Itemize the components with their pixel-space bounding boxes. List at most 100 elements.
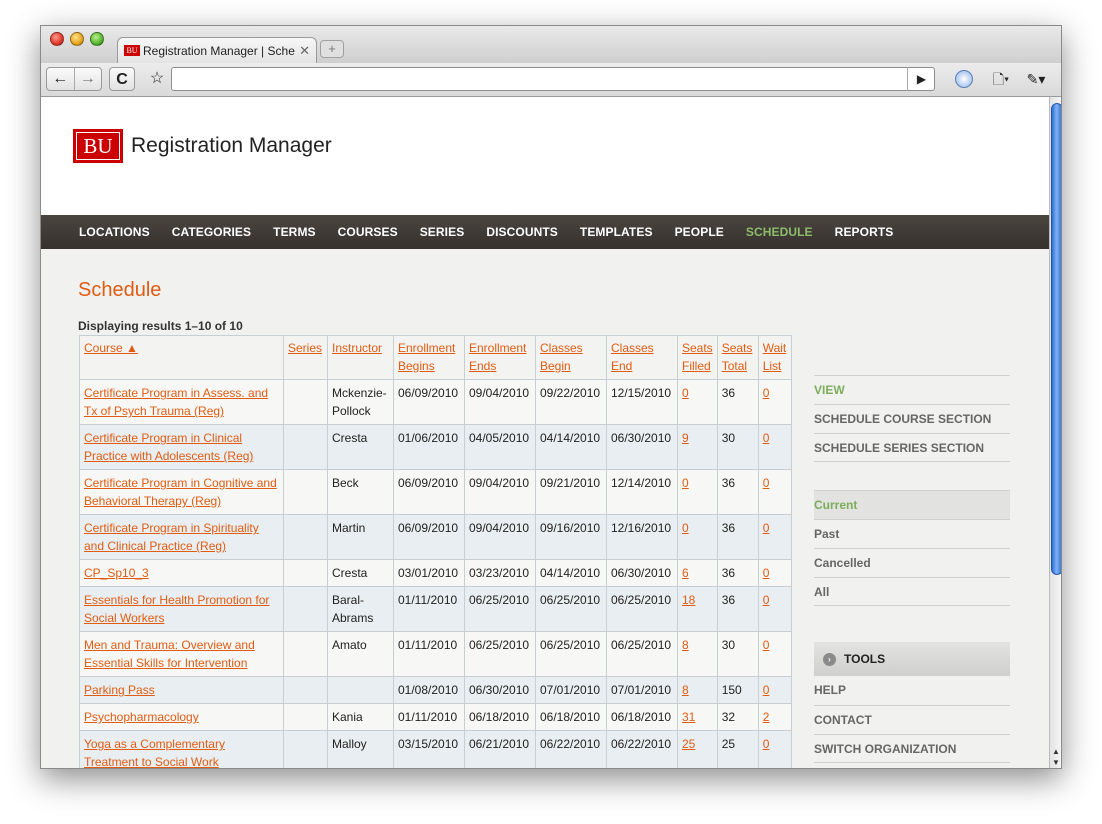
sort-link[interactable]: Seats Filled — [682, 341, 713, 373]
nav-series[interactable]: SERIES — [420, 225, 465, 239]
wait-list-link[interactable]: 0 — [763, 683, 770, 697]
sort-link[interactable]: Wait List — [763, 341, 787, 373]
wrench-menu-icon[interactable]: ✎▾ — [1021, 67, 1051, 91]
sort-link[interactable]: Classes End — [611, 341, 654, 373]
nav-templates[interactable]: TEMPLATES — [580, 225, 653, 239]
sort-link[interactable]: Enrollment Ends — [469, 341, 526, 373]
nav-reports[interactable]: REPORTS — [835, 225, 894, 239]
course-link[interactable]: Essentials for Health Promotion for Soci… — [84, 593, 269, 625]
scroll-down-icon[interactable]: ▼ — [1052, 758, 1060, 767]
cell-enroll-end: 06/30/2010 — [464, 676, 536, 704]
browser-tab[interactable]: BU Registration Manager | Sched ✕ — [117, 37, 317, 63]
zoom-window-button[interactable] — [90, 32, 104, 46]
scroll-up-icon[interactable]: ▲ — [1052, 747, 1060, 756]
forward-icon[interactable]: → — [73, 68, 102, 90]
cell-series — [283, 703, 328, 731]
close-window-button[interactable] — [50, 32, 64, 46]
filter-all[interactable]: All — [814, 577, 1010, 606]
filter-past[interactable]: Past — [814, 519, 1010, 548]
nav-discounts[interactable]: DISCOUNTS — [486, 225, 558, 239]
address-bar[interactable] — [171, 67, 935, 91]
course-link[interactable]: Certificate Program in Cognitive and Beh… — [84, 476, 277, 508]
page-menu-icon[interactable]: 🗋▾ — [987, 67, 1015, 91]
wait-list-link[interactable]: 0 — [763, 521, 770, 535]
new-tab-button[interactable]: + — [320, 40, 344, 58]
sort-link[interactable]: Course ▲ — [84, 341, 138, 355]
bookmark-star-icon[interactable]: ☆ — [145, 67, 169, 91]
filter-cancelled[interactable]: Cancelled — [814, 548, 1010, 577]
cell-class-end: 06/22/2010 — [606, 730, 678, 768]
table-row: Men and Trauma: Overview and Essential S… — [79, 631, 792, 677]
seats-filled-link[interactable]: 0 — [682, 521, 689, 535]
tool-contact[interactable]: CONTACT — [814, 705, 1010, 734]
tools-header[interactable]: › TOOLS — [814, 642, 1010, 676]
seats-filled-link[interactable]: 9 — [682, 431, 689, 445]
course-link[interactable]: CP_Sp10_3 — [84, 566, 149, 580]
nav-schedule[interactable]: SCHEDULE — [746, 225, 813, 239]
extension-icon[interactable] — [953, 67, 975, 91]
course-link[interactable]: Certificate Program in Clinical Practice… — [84, 431, 253, 463]
nav-courses[interactable]: COURSES — [338, 225, 398, 239]
seats-filled-link[interactable]: 8 — [682, 638, 689, 652]
sidebar-action-schedule-course-section[interactable]: SCHEDULE COURSE SECTION — [814, 404, 1010, 433]
table-row: Certificate Program in Assess. and Tx of… — [79, 379, 792, 425]
wait-list-link[interactable]: 0 — [763, 476, 770, 490]
course-link[interactable]: Psychopharmacology — [84, 710, 199, 724]
seats-filled-link[interactable]: 25 — [682, 737, 695, 751]
wait-list-link[interactable]: 0 — [763, 431, 770, 445]
tool-help[interactable]: HELP — [814, 676, 1010, 705]
nav-people[interactable]: PEOPLE — [675, 225, 724, 239]
cell-class-end: 12/16/2010 — [606, 514, 678, 560]
wait-list-link[interactable]: 2 — [763, 710, 770, 724]
reload-button[interactable]: C — [109, 67, 135, 91]
cell-wait: 0 — [757, 730, 792, 768]
nav-categories[interactable]: CATEGORIES — [172, 225, 251, 239]
schedule-table: Course ▲ Series Instructor Enrollment Begin… — [79, 335, 792, 768]
cell-enroll-end: 04/05/2010 — [464, 424, 536, 470]
seats-filled-link[interactable]: 8 — [682, 683, 689, 697]
sort-link[interactable]: Enrollment Begins — [398, 341, 455, 373]
wait-list-link[interactable]: 0 — [763, 566, 770, 580]
wait-list-link[interactable]: 0 — [763, 386, 770, 400]
cell-class-end: 12/14/2010 — [606, 469, 678, 515]
sidebar-filters: Current Past Cancelled All — [814, 490, 1010, 606]
cell-series — [283, 469, 328, 515]
wait-list-link[interactable]: 0 — [763, 737, 770, 751]
nav-terms[interactable]: TERMS — [273, 225, 316, 239]
seats-filled-link[interactable]: 0 — [682, 386, 689, 400]
cell-class-end: 06/25/2010 — [606, 586, 678, 632]
cell-filled: 31 — [677, 703, 718, 731]
seats-filled-link[interactable]: 6 — [682, 566, 689, 580]
close-tab-icon[interactable]: ✕ — [299, 43, 310, 59]
nav-locations[interactable]: LOCATIONS — [79, 225, 150, 239]
course-link[interactable]: Men and Trauma: Overview and Essential S… — [84, 638, 255, 670]
wait-list-link[interactable]: 0 — [763, 593, 770, 607]
back-icon[interactable]: ← — [47, 68, 74, 90]
sort-link[interactable]: Classes Begin — [540, 341, 583, 373]
sort-link[interactable]: Instructor — [332, 341, 382, 355]
minimize-window-button[interactable] — [70, 32, 84, 46]
seats-filled-link[interactable]: 0 — [682, 476, 689, 490]
wait-list-link[interactable]: 0 — [763, 638, 770, 652]
sidebar-action-view[interactable]: VIEW — [814, 375, 1010, 404]
cell-enroll-begin: 01/11/2010 — [393, 703, 465, 731]
site-logo[interactable]: BU Registration Manager — [73, 129, 332, 163]
seats-filled-link[interactable]: 31 — [682, 710, 695, 724]
scrollbar-thumb[interactable] — [1051, 103, 1061, 575]
go-arrow-icon[interactable]: ▶ — [907, 67, 935, 91]
course-link[interactable]: Parking Pass — [84, 683, 155, 697]
sidebar-action-schedule-series-section[interactable]: SCHEDULE SERIES SECTION — [814, 433, 1010, 462]
sort-link[interactable]: Series — [288, 341, 322, 355]
seats-filled-link[interactable]: 18 — [682, 593, 695, 607]
course-link[interactable]: Certificate Program in Assess. and Tx of… — [84, 386, 268, 418]
filter-current[interactable]: Current — [814, 490, 1010, 519]
cell-enroll-begin: 06/09/2010 — [393, 469, 465, 515]
course-link[interactable]: Yoga as a Complementary Treatment to Soc… — [84, 737, 225, 768]
vertical-scrollbar[interactable]: ▲ ▼ — [1049, 97, 1061, 768]
sort-link[interactable]: Seats Total — [722, 341, 753, 373]
table-row: Psychopharmacology Kania 01/11/2010 06/18/2… — [79, 703, 792, 731]
course-link[interactable]: Certificate Program in Spirituality and … — [84, 521, 259, 553]
tool-switch-organization[interactable]: SWITCH ORGANIZATION — [814, 734, 1010, 763]
cell-course: Yoga as a Complementary Treatment to Soc… — [79, 730, 284, 768]
cell-total: 36 — [716, 379, 759, 425]
